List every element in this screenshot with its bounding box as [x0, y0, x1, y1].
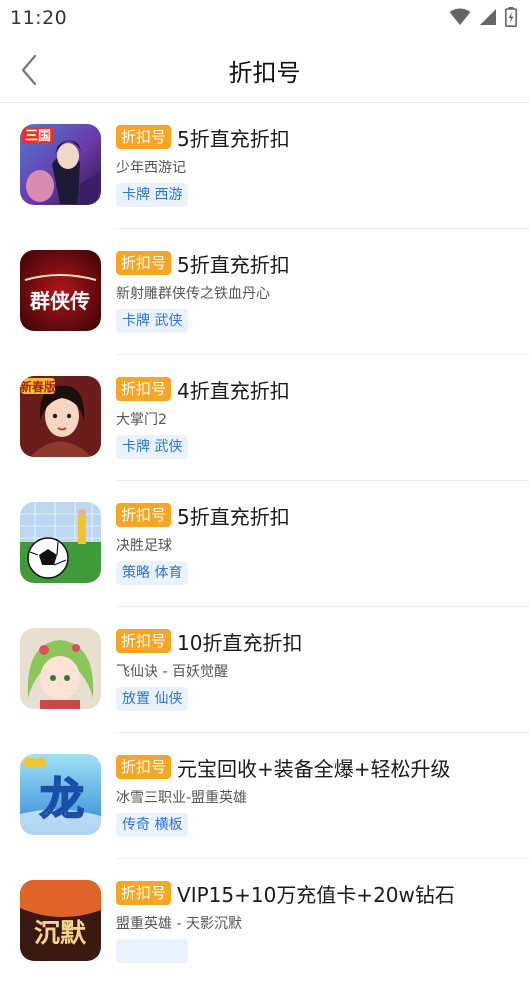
game-icon [20, 628, 101, 709]
game-name: 盟重英雄 - 天影沉默 [116, 916, 242, 932]
game-icon-text: 新春版 [20, 379, 56, 394]
game-tags: 卡牌 武侠 [116, 435, 189, 459]
game-list-item[interactable]: 群侠传 折扣号 5折直充折扣 新射雕群侠传之铁血丹心 卡牌 武侠 [0, 229, 529, 355]
game-tags: 策略 体育 [116, 561, 189, 585]
game-name: 新射雕群侠传之铁血丹心 [116, 286, 270, 302]
discount-badge: 折扣号 [116, 755, 172, 779]
game-icon: 沉默 [20, 880, 101, 961]
status-time: 11:20 [10, 7, 68, 29]
game-icon-text: 三国 [25, 129, 51, 144]
game-name: 飞仙诀 - 百妖觉醒 [116, 664, 228, 680]
game-icon-text: 群侠传 [29, 289, 90, 313]
game-name: 大掌门2 [116, 412, 167, 428]
game-icon [20, 502, 101, 583]
offer-headline: 5折直充折扣 [177, 126, 290, 151]
wifi-icon [449, 8, 471, 25]
page-title: 折扣号 [228, 59, 301, 87]
game-tags: 传奇 横板 [116, 813, 189, 837]
battery-charging-icon [505, 7, 517, 27]
game-name: 少年西游记 [116, 160, 186, 176]
game-icon-text: 龙 [40, 774, 84, 825]
game-icon: 新春版 [20, 376, 101, 457]
offer-headline: 10折直充折扣 [177, 630, 303, 655]
game-icon: 三国 [20, 124, 101, 205]
game-icon: 龙 [20, 754, 101, 835]
game-tags: 放置 仙侠 [116, 687, 189, 711]
discount-badge: 折扣号 [116, 629, 172, 653]
discount-badge: 折扣号 [116, 125, 172, 149]
game-list-item[interactable]: 龙 折扣号 元宝回收+装备全爆+轻松升级 冰雪三职业-盟重英雄 传奇 横板 [0, 733, 529, 859]
game-icon-text: 沉默 [34, 919, 87, 949]
discount-badge: 折扣号 [116, 251, 172, 275]
game-list-item[interactable]: 新春版 折扣号 4折直充折扣 大掌门2 卡牌 武侠 [0, 355, 529, 481]
game-list-item[interactable]: 折扣号 5折直充折扣 决胜足球 策略 体育 [0, 481, 529, 607]
game-list-item[interactable]: 折扣号 10折直充折扣 飞仙诀 - 百妖觉醒 放置 仙侠 [0, 607, 529, 733]
game-tags: 卡牌 西游 [116, 183, 189, 207]
status-bar: 11:20 [0, 0, 529, 36]
game-icon: 群侠传 [20, 250, 101, 331]
offer-headline: 5折直充折扣 [177, 504, 290, 529]
game-name: 决胜足球 [116, 538, 172, 554]
game-tags [116, 939, 188, 963]
offer-headline: 5折直充折扣 [177, 252, 290, 277]
game-tags: 卡牌 武侠 [116, 309, 189, 333]
discount-badge: 折扣号 [116, 503, 172, 527]
game-list-item[interactable]: 三国 折扣号 5折直充折扣 少年西游记 卡牌 西游 [0, 103, 529, 229]
game-name: 冰雪三职业-盟重英雄 [116, 790, 248, 806]
discount-badge: 折扣号 [116, 881, 172, 905]
signal-icon [480, 9, 496, 25]
offer-headline: 4折直充折扣 [177, 378, 290, 403]
offer-headline: 元宝回收+装备全爆+轻松升级 [177, 756, 451, 781]
nav-bar: 折扣号 [0, 36, 529, 103]
discount-badge: 折扣号 [116, 377, 172, 401]
offer-headline: VIP15+10万充值卡+20w钻石 [177, 882, 455, 907]
game-list: 三国 折扣号 5折直充折扣 少年西游记 卡牌 西游 群侠传 折扣号 5折直充折扣… [0, 103, 529, 985]
status-icons [449, 7, 517, 27]
game-list-item[interactable]: 沉默 折扣号 VIP15+10万充值卡+20w钻石 盟重英雄 - 天影沉默 [0, 859, 529, 985]
